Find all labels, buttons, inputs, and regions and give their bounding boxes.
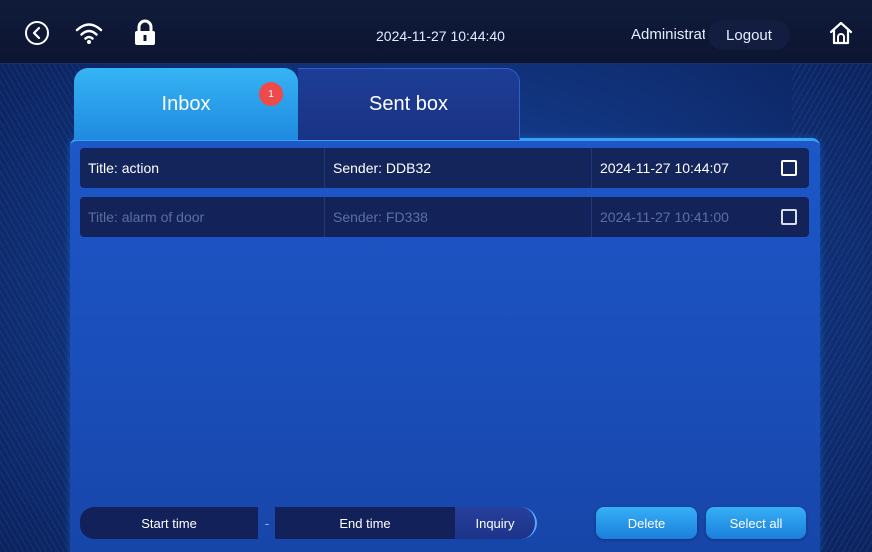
message-title: Title: action xyxy=(80,148,325,188)
message-time: 2024-11-27 10:41:00 xyxy=(600,209,729,225)
message-checkbox[interactable] xyxy=(781,209,797,225)
datetime-display: 2024-11-27 10:44:40 xyxy=(376,28,505,44)
range-separator: - xyxy=(264,515,270,531)
home-icon[interactable] xyxy=(826,18,856,48)
message-sender: Sender: DDB32 xyxy=(325,148,592,188)
unread-count-badge: 1 xyxy=(259,82,283,106)
back-icon[interactable] xyxy=(22,18,52,48)
tab-sent-box-label: Sent box xyxy=(369,93,448,115)
status-bar: 2024-11-27 10:44:40 Administrator Logout xyxy=(0,0,872,64)
message-time-cell: 2024-11-27 10:44:07 xyxy=(592,148,809,188)
tab-sent-box[interactable]: Sent box xyxy=(298,68,520,140)
lock-icon xyxy=(130,18,160,48)
tab-inbox-label: Inbox xyxy=(161,92,211,115)
select-all-button[interactable]: Select all xyxy=(706,507,806,539)
logout-button[interactable]: Logout xyxy=(708,20,790,50)
message-time: 2024-11-27 10:44:07 xyxy=(600,160,729,176)
inquiry-button[interactable]: Inquiry xyxy=(455,507,537,539)
background-pattern-left xyxy=(0,64,80,552)
delete-button[interactable]: Delete xyxy=(596,507,697,539)
message-title: Title: alarm of door xyxy=(80,197,325,237)
end-time-field[interactable]: End time xyxy=(275,507,455,539)
message-row[interactable]: Title: alarm of door Sender: FD338 2024-… xyxy=(80,197,809,237)
wifi-icon xyxy=(74,18,104,48)
message-sender: Sender: FD338 xyxy=(325,197,592,237)
start-time-field[interactable]: Start time xyxy=(80,507,258,539)
message-time-cell: 2024-11-27 10:41:00 xyxy=(592,197,809,237)
user-name: Administrator xyxy=(631,26,705,43)
message-row[interactable]: Title: action Sender: DDB32 2024-11-27 1… xyxy=(80,148,809,188)
filter-bar: Start time - End time Inquiry Delete Sel… xyxy=(0,507,872,539)
message-checkbox[interactable] xyxy=(781,160,797,176)
